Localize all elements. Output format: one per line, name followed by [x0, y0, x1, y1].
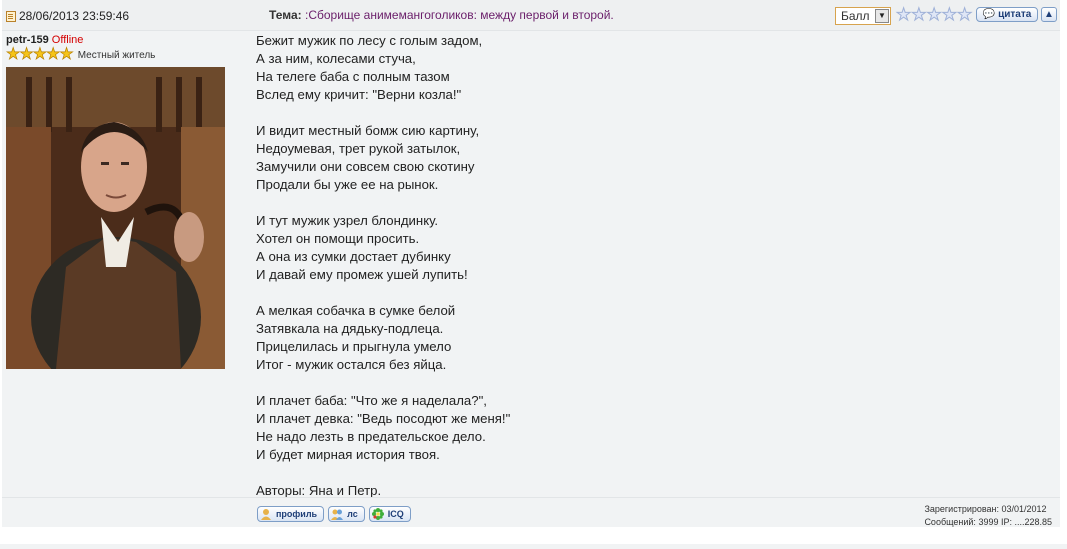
author-rank-label: Местный житель	[77, 49, 156, 61]
message-line: Бежит мужик по лесу с голым задом,	[256, 33, 483, 48]
quote-button-label: цитата	[998, 9, 1032, 20]
registration-info: Зарегистрирован: 03/01/2012 Сообщений: 3…	[924, 503, 1052, 529]
star-empty-icon[interactable]: ★	[911, 6, 927, 24]
chevron-down-icon[interactable]: ▼	[875, 9, 889, 23]
message-line: И давай ему промеж ушей лупить!	[256, 267, 468, 282]
profile-button-label: профиль	[276, 509, 318, 519]
author-rank: ★ ★ ★ ★ ★ Местный житель	[6, 46, 156, 63]
message-line: Замучили они совсем свою скотину	[256, 159, 475, 174]
message-line: А мелкая собачка в сумке белой	[256, 303, 456, 318]
post-header: 28/06/2013 23:59:46 Тема: :Сборище аниме…	[2, 0, 1060, 31]
private-message-button[interactable]: лс	[328, 506, 365, 522]
topic: Тема: :Сборище анимемангоголиков: между …	[269, 8, 614, 22]
post-message: Бежит мужик по лесу с голым задом, А за н…	[256, 32, 816, 500]
author-name[interactable]: petr-159	[6, 34, 49, 46]
user-action-buttons: профиль лс ICQ	[257, 506, 411, 522]
message-line: Прицелилась и прыгнула умело	[256, 339, 452, 354]
next-post-edge	[0, 544, 1067, 549]
message-line: Хотел он помощи просить.	[256, 231, 420, 246]
message-line: И будет мирная история твоя.	[256, 447, 440, 462]
author-info: petr-159 Offline	[6, 34, 83, 46]
message-line: А за ним, колесами стуча,	[256, 51, 416, 66]
post-date-text: 28/06/2013 23:59:46	[19, 9, 130, 23]
speech-bubble-icon: 💬	[982, 9, 996, 20]
message-count: Сообщений: 3999 IP: ....228.85	[924, 517, 1052, 527]
star-icon: ★	[59, 46, 74, 63]
message-line: Затявкала на дядьку-подлеца.	[256, 321, 444, 336]
star-empty-icon[interactable]: ★	[895, 6, 911, 24]
message-line	[256, 374, 816, 392]
users-icon	[331, 509, 344, 520]
message-line: Не надо лезть в предательское дело.	[256, 429, 486, 444]
icq-flower-icon	[371, 508, 384, 520]
star-icon: ★	[6, 46, 21, 63]
message-line: И видит местный бомж сию картину,	[256, 123, 480, 138]
registered-date: Зарегистрирован: 03/01/2012	[924, 504, 1047, 514]
avatar-image	[6, 67, 225, 369]
message-line: И плачет девка: "Ведь посодют же меня!"	[256, 411, 511, 426]
post-footer: профиль лс ICQ Зарегистрирован: 03/01/20…	[2, 497, 1060, 528]
rating-select-value: Балл	[841, 9, 870, 23]
star-empty-icon[interactable]: ★	[941, 6, 957, 24]
message-line	[256, 464, 816, 482]
message-line: Итог - мужик остался без яйца.	[256, 357, 447, 372]
arrow-up-icon: ▲	[1044, 9, 1054, 20]
rating-select[interactable]: Балл ▼	[835, 7, 891, 25]
topic-title: :Сборище анимемангоголиков: между первой…	[304, 8, 614, 22]
message-line: И плачет баба: "Что же я наделала?",	[256, 393, 487, 408]
star-icon: ★	[46, 46, 61, 63]
message-line: А она из сумки достает дубинку	[256, 249, 451, 264]
user-icon	[261, 509, 271, 520]
message-line	[256, 284, 816, 302]
topic-label: Тема:	[269, 8, 302, 22]
star-icon: ★	[32, 46, 48, 63]
profile-button[interactable]: профиль	[257, 506, 325, 522]
star-icon: ★	[19, 46, 34, 63]
message-line: И тут мужик узрел блондинку.	[256, 213, 439, 228]
private-message-button-label: лс	[347, 509, 358, 519]
forum-post: 28/06/2013 23:59:46 Тема: :Сборище аниме…	[2, 0, 1060, 527]
icq-button[interactable]: ICQ	[368, 506, 411, 522]
quote-button[interactable]: 💬 цитата	[976, 7, 1038, 22]
star-empty-icon[interactable]: ★	[926, 6, 942, 24]
star-empty-icon[interactable]: ★	[956, 6, 972, 24]
author-status: Offline	[51, 34, 84, 46]
message-line: Вслед ему кричит: "Верни козла!"	[256, 87, 462, 102]
message-line	[256, 194, 816, 212]
message-line: На телеге баба с полным тазом	[256, 69, 450, 84]
scroll-top-button[interactable]: ▲	[1041, 7, 1057, 22]
message-line	[256, 104, 816, 122]
icq-button-label: ICQ	[387, 509, 404, 519]
post-rating-stars[interactable]: ★ ★ ★ ★ ★	[895, 6, 972, 24]
post-date: 28/06/2013 23:59:46	[6, 9, 129, 23]
message-line: Недоумевая, трет рукой затылок,	[256, 141, 461, 156]
message-line: Продали бы уже ее на рынок.	[256, 177, 439, 192]
document-icon	[6, 10, 16, 22]
avatar	[6, 67, 225, 369]
